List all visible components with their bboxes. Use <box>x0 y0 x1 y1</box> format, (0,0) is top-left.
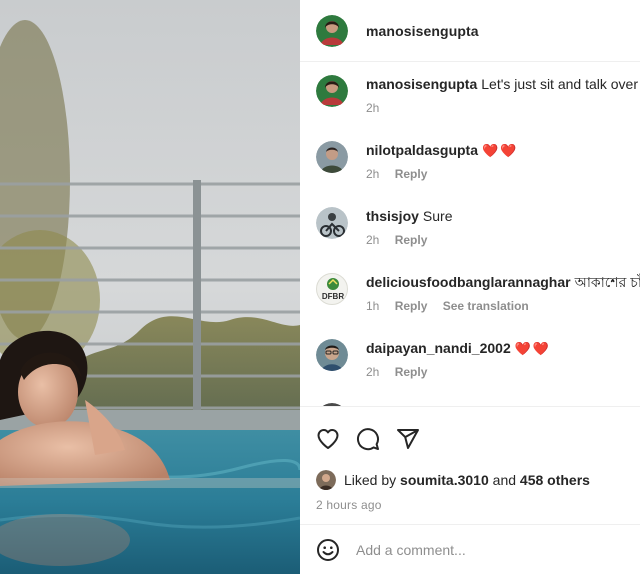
comment-time: 2h <box>366 233 380 247</box>
see-translation-button[interactable]: See translation <box>443 299 529 313</box>
author-avatar[interactable] <box>316 14 348 47</box>
post-photo[interactable] <box>0 0 300 574</box>
comment-input[interactable] <box>356 541 606 558</box>
comment-time: 2h <box>366 101 380 115</box>
comment-item: thsisjoy Sure 2h Reply <box>316 207 640 267</box>
comment-meta: 2h Reply <box>366 167 439 181</box>
comment-username[interactable]: nilotpaldasgupta <box>366 142 478 158</box>
emoji-icon[interactable] <box>316 538 340 562</box>
comment-text-line: manosisengupta Let's just sit and talk ov… <box>366 75 640 93</box>
comment-avatar[interactable] <box>316 207 348 239</box>
comment-avatar[interactable] <box>316 141 348 173</box>
post-image <box>0 0 300 574</box>
comment-item: nilotpaldasgupta ❤️❤️ 2h Reply <box>316 141 640 201</box>
comment-item: DFBR deliciousfoodbanglarannaghar আকাশের … <box>316 273 640 333</box>
comment-list[interactable]: manosisengupta Let's just sit and talk ov… <box>300 63 640 406</box>
comment-body: আকাশের চাঁ <box>574 274 640 290</box>
post-timestamp[interactable]: 2 hours ago <box>316 498 382 512</box>
heart-icon[interactable] <box>316 427 340 451</box>
liker-avatar[interactable] <box>316 470 336 490</box>
comment-text-line: deliciousfoodbanglarannaghar আকাশের চাঁ <box>366 273 640 291</box>
dfbr-logo-text: DFBR <box>322 292 344 301</box>
comment-meta: 2h <box>366 101 391 115</box>
reply-button[interactable]: Reply <box>395 233 428 247</box>
comment-body: Let's just sit and talk over a <box>481 76 640 92</box>
author-username[interactable]: manosisengupta <box>366 23 479 39</box>
comment-username[interactable]: thsisjoy <box>366 208 419 224</box>
comment-item: manosisengupta Let's just sit and talk ov… <box>316 75 640 135</box>
comment-time: 2h <box>366 365 380 379</box>
comment-text-line: nilotpaldasgupta ❤️❤️ <box>366 141 518 160</box>
comment-text-line: thsisjoy Sure <box>366 207 452 225</box>
comment-meta: 2h Reply <box>366 365 439 379</box>
comment-username[interactable]: manosisengupta <box>366 76 477 92</box>
comment-username[interactable]: deliciousfoodbanglarannaghar <box>366 274 571 290</box>
post-sidebar: manosisengupta manosisengupta Let's just … <box>300 0 640 574</box>
reply-button[interactable]: Reply <box>395 167 428 181</box>
post-modal: manosisengupta manosisengupta Let's just … <box>0 0 640 574</box>
comment-avatar[interactable] <box>316 75 348 107</box>
action-icons <box>316 427 420 451</box>
comment-meta: 2h Reply <box>366 233 439 247</box>
reply-button[interactable]: Reply <box>395 299 428 313</box>
post-header: manosisengupta <box>300 0 640 62</box>
likes-and: and <box>492 472 517 488</box>
likes-others-link[interactable]: 458 others <box>520 472 590 488</box>
likes-prefix: Liked by <box>344 472 397 488</box>
reply-button[interactable]: Reply <box>395 365 428 379</box>
comment-time: 2h <box>366 167 380 181</box>
comment-time: 1h <box>366 299 380 313</box>
add-comment-bar <box>300 524 640 574</box>
send-icon[interactable] <box>396 427 420 451</box>
heart-emoji-icon: ❤️❤️ <box>482 143 519 158</box>
comment-icon[interactable] <box>356 427 380 451</box>
comment-username[interactable]: daipayan_nandi_2002 <box>366 340 511 356</box>
comment-avatar[interactable]: DFBR <box>316 273 348 305</box>
comment-body: Sure <box>422 208 453 224</box>
likes-summary: Liked by soumita.3010 and 458 others <box>316 470 590 490</box>
post-actions: Liked by soumita.3010 and 458 others 2 h… <box>300 406 640 524</box>
liker-username[interactable]: soumita.3010 <box>400 472 489 488</box>
comment-text-line: daipayan_nandi_2002 ❤️❤️ <box>366 339 551 358</box>
comment-item: daipayan_nandi_2002 ❤️❤️ 2h Reply <box>316 339 640 399</box>
comment-avatar[interactable] <box>316 339 348 371</box>
heart-emoji-icon: ❤️❤️ <box>514 341 552 356</box>
comment-meta: 1h Reply See translation <box>366 299 541 313</box>
